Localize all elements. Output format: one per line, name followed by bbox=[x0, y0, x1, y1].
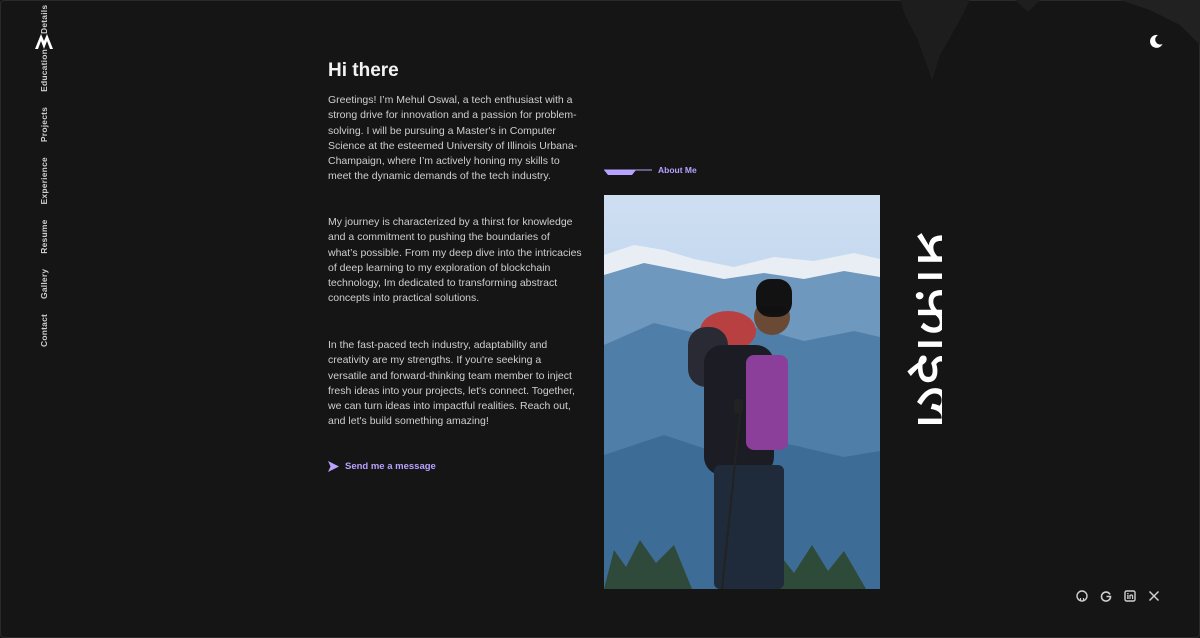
decorative-hindi-text: प्रोफ़ाइल bbox=[902, 230, 942, 431]
about-me-label: About Me bbox=[604, 165, 697, 175]
intro-paragraph-1: Greetings! I’m Mehul Oswal, a tech enthu… bbox=[328, 94, 578, 183]
nav-projects[interactable]: Projects bbox=[39, 107, 49, 142]
about-me-text: About Me bbox=[658, 165, 697, 175]
send-message-label: Send me a message bbox=[345, 461, 436, 472]
x-icon[interactable] bbox=[1148, 590, 1160, 602]
google-icon[interactable] bbox=[1100, 590, 1112, 602]
send-message-link[interactable]: Send me a message bbox=[328, 461, 436, 472]
nav-contact[interactable]: Contact bbox=[39, 314, 49, 347]
page-title: Hi there bbox=[328, 60, 399, 81]
github-icon[interactable] bbox=[1076, 590, 1088, 602]
nav-resume[interactable]: Resume bbox=[39, 219, 49, 253]
nav-education[interactable]: Education bbox=[39, 49, 49, 92]
about-accent-bar bbox=[604, 169, 652, 175]
nav-details[interactable]: Details bbox=[39, 5, 49, 34]
logo-icon[interactable] bbox=[34, 32, 54, 50]
window-frame bbox=[0, 0, 1200, 638]
send-arrow-icon bbox=[328, 461, 339, 472]
intro-paragraph-3: In the fast-paced tech industry, adaptab… bbox=[328, 339, 575, 428]
nav-experience[interactable]: Experience bbox=[39, 157, 49, 204]
nav-gallery[interactable]: Gallery bbox=[39, 269, 49, 299]
moon-icon[interactable] bbox=[1148, 33, 1164, 49]
linkedin-icon[interactable] bbox=[1124, 590, 1136, 602]
decor-text: प्रोफ़ाइल bbox=[902, 230, 942, 431]
side-navigation: Contact Gallery Resume Experience Projec… bbox=[37, 5, 51, 347]
intro-paragraph-2: My journey is characterized by a thirst … bbox=[328, 216, 582, 305]
